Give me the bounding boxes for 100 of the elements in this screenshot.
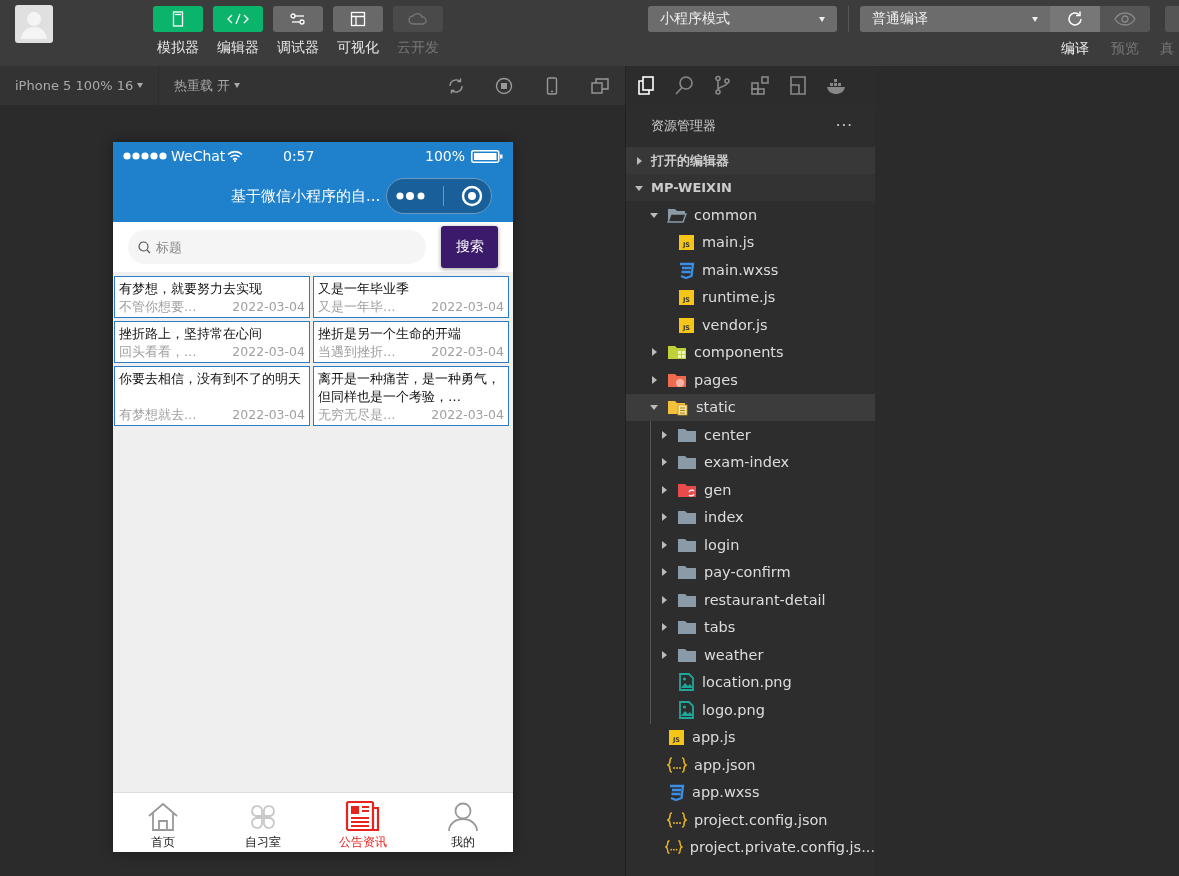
article-card[interactable]: 离开是一种痛苦，是一种勇气，但同样也是一个考验，… 无穷无尽是… 2022-03-04 (313, 366, 509, 426)
folder-icon (677, 563, 697, 582)
more-button[interactable]: ··· (835, 117, 853, 135)
collapsed-arrow-icon (660, 513, 668, 522)
collapsed-arrow-icon (650, 348, 658, 357)
toolbar-label: 编译 (1061, 40, 1089, 58)
toolbar-action-button[interactable] (1050, 6, 1100, 32)
collapsed-arrow-icon (660, 650, 668, 659)
panel-title: 资源管理器 (651, 117, 716, 135)
compile-dropdown[interactable]: 普通编译 (860, 6, 1050, 32)
collapsed-arrow-icon (660, 623, 668, 632)
branch-icon[interactable] (712, 75, 732, 96)
toolbar-label: 真 (1160, 40, 1174, 58)
folder-icon (667, 343, 687, 362)
article-title: 挫折是另一个生命的开端 (318, 325, 462, 343)
tab-bar-item[interactable]: 我的 (413, 793, 513, 852)
mode-dropdown[interactable]: 小程序模式 (648, 6, 837, 32)
tree-item[interactable]: gen (636, 476, 875, 504)
tree-item[interactable]: pages (626, 366, 875, 394)
section-header[interactable]: 打开的编辑器 (626, 147, 875, 174)
article-card[interactable]: 你要去相信，没有到不了的明天 有梦想就去… 2022-03-04 (114, 366, 310, 426)
blocks-icon[interactable] (750, 75, 770, 96)
article-summary: 回头看看，… (119, 343, 197, 361)
expanded-arrow-icon (635, 183, 643, 192)
clock-label: 0:57 (283, 148, 316, 164)
article-card[interactable]: 挫折路上，坚持常在心间 回头看看，… 2022-03-04 (114, 321, 310, 363)
toolbar-toggle-button[interactable] (273, 6, 323, 32)
tree-item[interactable]: common (626, 201, 875, 229)
save-icon[interactable] (788, 75, 808, 96)
search-icon (138, 241, 151, 254)
search-button[interactable]: 搜索 (441, 226, 498, 268)
tree-item[interactable]: components (626, 338, 875, 366)
json-file-icon (667, 755, 687, 774)
toolbar-toggle-button[interactable] (153, 6, 203, 32)
toolbar-toggle-button[interactable] (213, 6, 263, 32)
tree-item[interactable]: weather (636, 641, 875, 669)
tree-item[interactable]: logo.png (636, 696, 875, 724)
toolbar-label: 预览 (1111, 40, 1139, 58)
tree-item[interactable]: center (636, 421, 875, 449)
json-file-icon (665, 838, 683, 857)
rotate-icon[interactable] (447, 76, 465, 95)
css-file-icon (677, 260, 695, 279)
article-summary: 有梦想就去… (119, 406, 197, 424)
article-summary: 无穷无尽是… (318, 406, 396, 424)
folder-icon (677, 453, 697, 472)
toolbar-label: 调试器 (277, 39, 319, 57)
collapsed-arrow-icon (660, 430, 668, 439)
css-file-icon (667, 783, 685, 802)
tree-item[interactable]: project.config.json (626, 806, 875, 834)
more-icon[interactable] (395, 191, 426, 201)
device-selector[interactable]: iPhone 5 100% 16 (15, 78, 134, 93)
sliders-icon (289, 13, 307, 25)
tree-item[interactable]: project.private.config.js... (626, 833, 875, 861)
tree-item[interactable]: index (636, 503, 875, 531)
phone-icon (172, 11, 184, 27)
json-file-icon (667, 810, 687, 829)
tree-item[interactable]: login (636, 531, 875, 559)
toolbar-label: 可视化 (337, 39, 379, 57)
tree-item[interactable]: static (626, 393, 875, 421)
article-date: 2022-03-04 (431, 406, 504, 424)
article-date: 2022-03-04 (232, 298, 305, 316)
caret-icon (137, 83, 144, 88)
tab-bar-item[interactable]: 公告资讯 (313, 793, 413, 852)
collapsed-arrow-icon (650, 375, 658, 384)
section-header[interactable]: MP-WEIXIN (626, 174, 875, 201)
carrier-label: WeChat (171, 148, 226, 164)
collapsed-arrow-icon (660, 568, 668, 577)
collapsed-arrow-icon (635, 156, 643, 165)
tab-bar-item[interactable]: 首页 (113, 793, 213, 852)
tree-item[interactable]: tabs (636, 613, 875, 641)
toolbar-label: 模拟器 (157, 39, 199, 57)
tree-item[interactable]: app.wxss (626, 778, 875, 806)
article-card[interactable]: 有梦想，就要努力去实现 不管你想要… 2022-03-04 (114, 276, 310, 318)
toolbar-label: 编辑器 (217, 39, 259, 57)
article-summary: 不管你想要… (119, 298, 197, 316)
tree-item[interactable]: app.json (626, 751, 875, 779)
folder-icon (667, 398, 689, 417)
article-card[interactable]: 挫折是另一个生命的开端 当遇到挫折… 2022-03-04 (313, 321, 509, 363)
search-field[interactable]: 标题 (128, 230, 426, 264)
capsule-menu[interactable] (386, 178, 493, 214)
tree-item[interactable]: exam-index (636, 448, 875, 476)
windows-icon[interactable] (591, 76, 609, 95)
article-date: 2022-03-04 (431, 343, 504, 361)
cloud-icon (408, 12, 428, 26)
article-summary: 当遇到挫折… (318, 343, 396, 361)
tree-item[interactable]: pay-confirm (636, 558, 875, 586)
toolbar-toggle-button[interactable] (333, 6, 383, 32)
tree-item[interactable]: main.wxss (636, 256, 875, 284)
collapsed-arrow-icon (660, 540, 668, 549)
battery-label: 100% (424, 148, 465, 164)
folder-icon (677, 618, 697, 637)
tree-item[interactable]: location.png (636, 668, 875, 696)
search-icon[interactable] (674, 75, 694, 96)
files-icon[interactable] (636, 75, 656, 96)
tab-bar-item[interactable]: 自习室 (213, 793, 313, 852)
tree-item[interactable]: restaurant-detail (636, 586, 875, 614)
signal-icon (123, 152, 169, 160)
newspaper-icon (345, 800, 381, 832)
hot-reload-toggle[interactable]: 热重载 开 (174, 76, 231, 95)
stop-icon[interactable] (495, 76, 513, 95)
